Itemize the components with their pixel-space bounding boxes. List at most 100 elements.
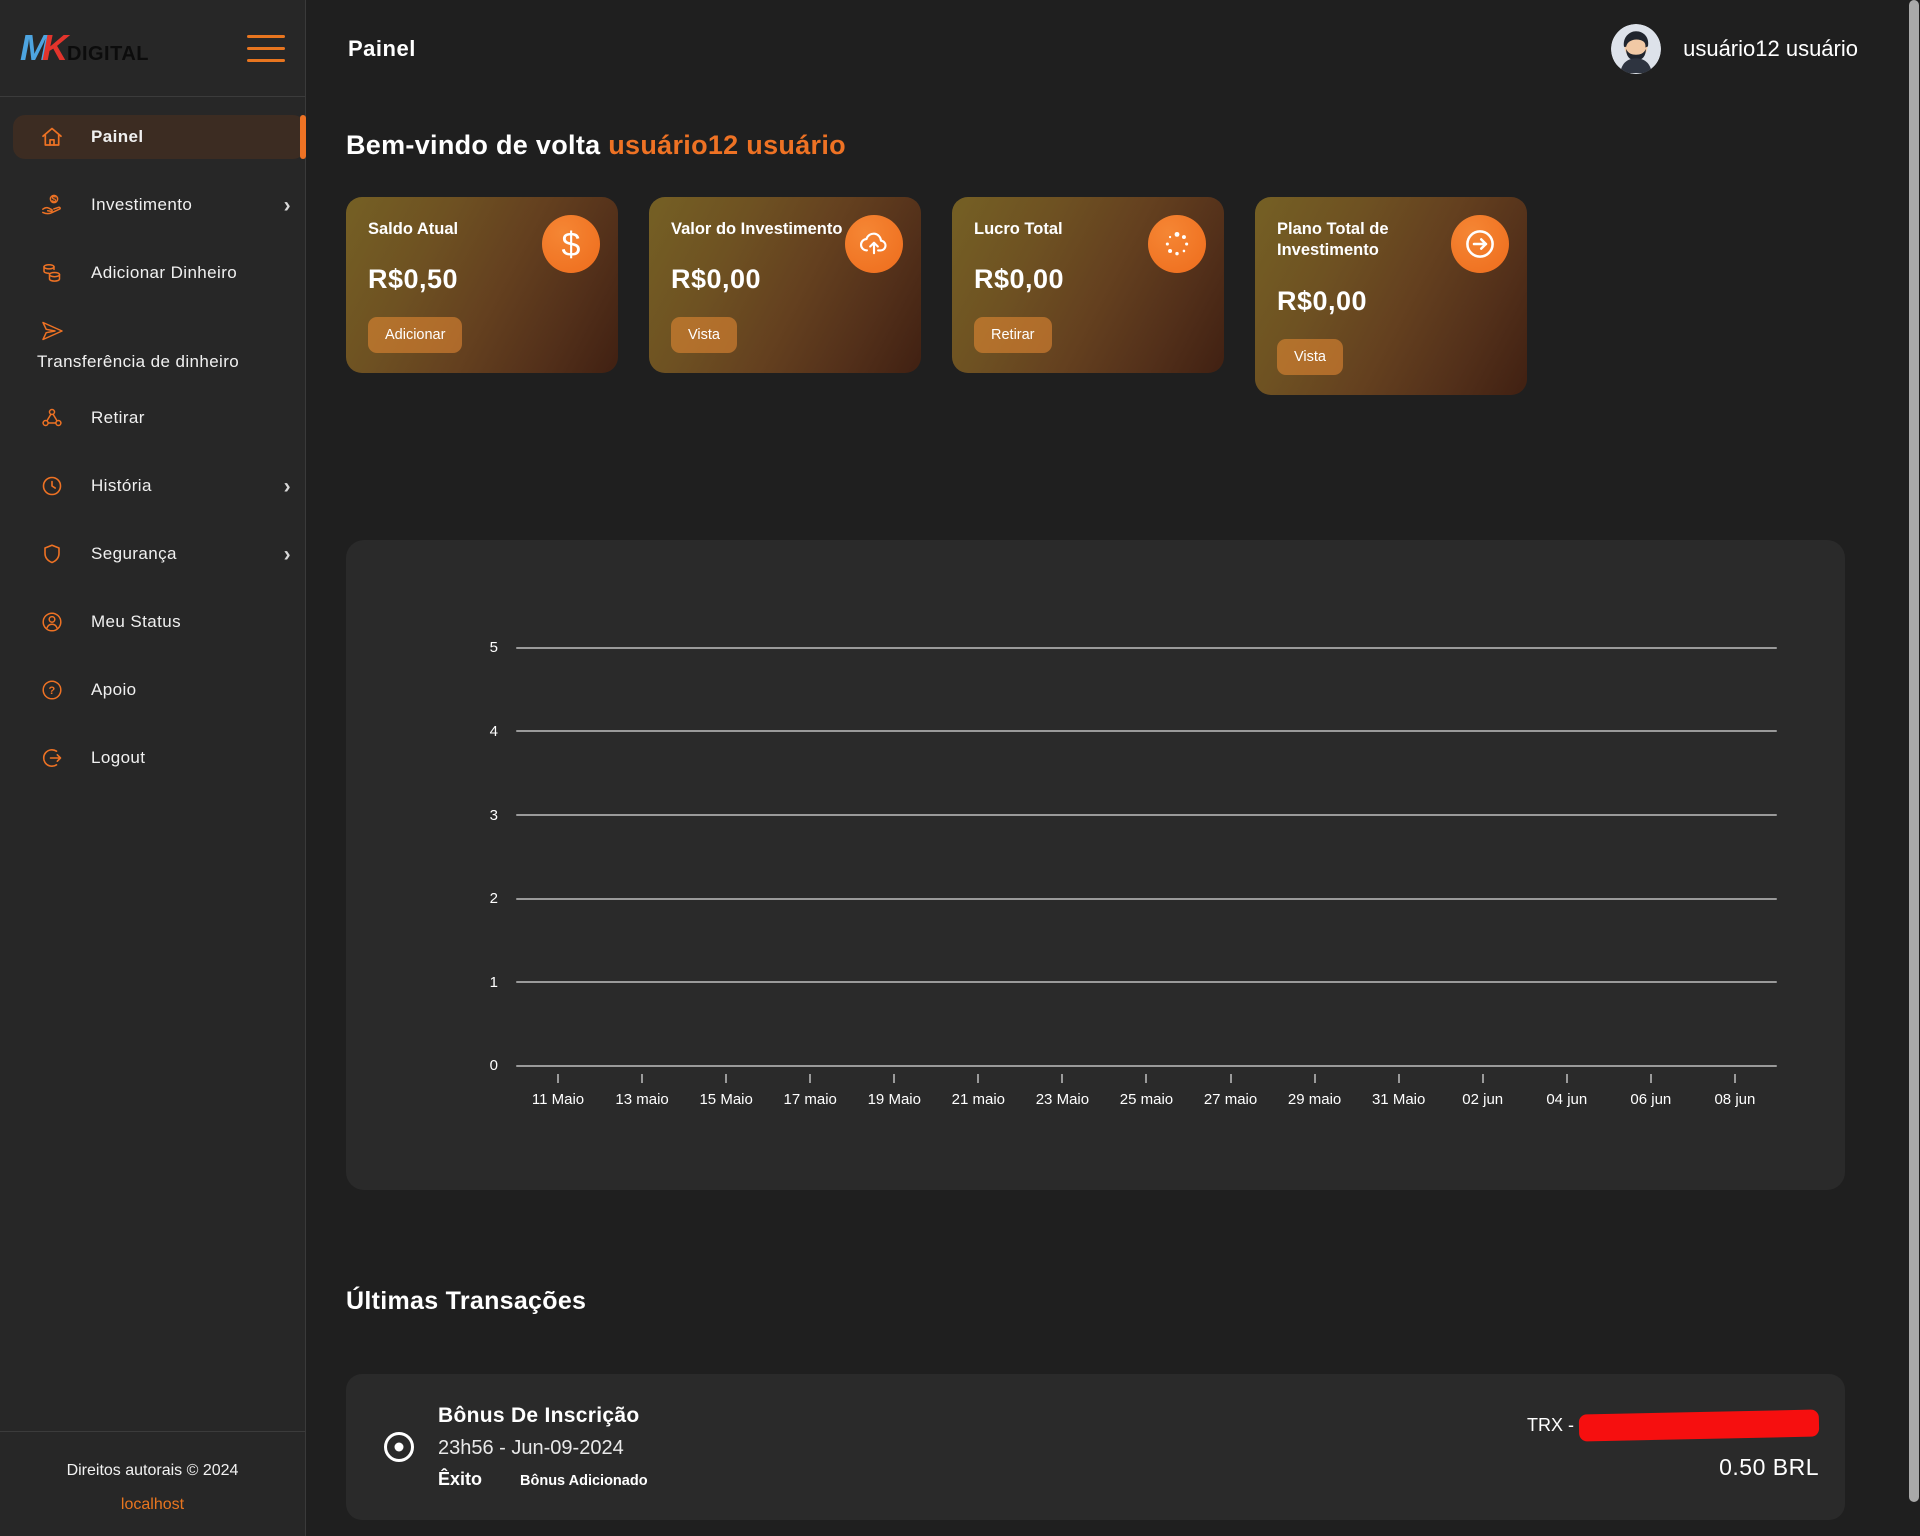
x-axis-label: 23 Maio xyxy=(1020,1091,1104,1108)
x-tick xyxy=(1061,1074,1063,1083)
brand-logo[interactable]: M K DIGITAL xyxy=(20,27,149,69)
x-tick xyxy=(1314,1074,1316,1083)
sidebar-item-painel[interactable]: Painel xyxy=(13,115,305,159)
tick-cell xyxy=(1273,1074,1357,1083)
gridline-row: 4 xyxy=(346,723,1777,739)
x-tick xyxy=(1734,1074,1736,1083)
main-area: Painel usuário12 usuário Bem-vindo de vo… xyxy=(306,0,1920,1536)
card-vista-button[interactable]: Vista xyxy=(1277,339,1343,375)
clock-icon xyxy=(40,474,64,498)
card-retirar-button[interactable]: Retirar xyxy=(974,317,1052,353)
transactions-heading: Últimas Transações xyxy=(346,1287,1845,1316)
tick-cell xyxy=(1357,1074,1441,1083)
transaction-right: TRX - 0.50 BRL xyxy=(1527,1412,1819,1481)
sidebar-nav: Painel $ Investimento › xyxy=(0,97,305,792)
transaction-status-detail: Bônus Adicionado xyxy=(520,1473,648,1489)
sidebar-item-investimento[interactable]: $ Investimento › xyxy=(0,183,305,227)
stat-card-saldo-atual: Saldo Atual $ R$0,50 Adicionar xyxy=(346,197,618,373)
sidebar-item-label: Retirar xyxy=(91,408,145,428)
page-title: Painel xyxy=(348,36,416,62)
hamburger-bar xyxy=(247,35,285,38)
tick-cell xyxy=(1609,1074,1693,1083)
sidebar-footer: Direitos autorais © 2024 localhost xyxy=(0,1431,305,1536)
sidebar-item-seguranca[interactable]: Segurança › xyxy=(0,532,305,576)
y-axis-tick: 3 xyxy=(346,807,516,824)
tick-cell xyxy=(1020,1074,1104,1083)
paper-plane-icon xyxy=(40,319,64,343)
tick-cell xyxy=(516,1074,600,1083)
transaction-status-row: Êxito Bônus Adicionado xyxy=(438,1469,648,1490)
x-tick xyxy=(1566,1074,1568,1083)
x-axis-label: 04 jun xyxy=(1525,1091,1609,1108)
card-adicionar-button[interactable]: Adicionar xyxy=(368,317,462,353)
avatar[interactable] xyxy=(1611,24,1661,74)
sidebar-item-logout[interactable]: Logout xyxy=(0,736,305,780)
stat-cards-row: Saldo Atual $ R$0,50 Adicionar Valor do … xyxy=(346,197,1845,395)
stat-card-valor-investimento: Valor do Investimento R$0,00 Vista xyxy=(649,197,921,373)
transaction-row[interactable]: Bônus De Inscrição 23h56 - Jun-09-2024 Ê… xyxy=(346,1374,1845,1520)
x-axis-label: 29 maio xyxy=(1273,1091,1357,1108)
shield-icon xyxy=(40,542,64,566)
stat-card-title: Valor do Investimento xyxy=(671,219,843,240)
x-axis-label: 31 Maio xyxy=(1357,1091,1441,1108)
sidebar-item-label: Apoio xyxy=(91,680,136,700)
help-circle-icon: ? xyxy=(40,678,64,702)
transaction-status: Êxito xyxy=(438,1469,482,1490)
sidebar-item-meu-status[interactable]: Meu Status xyxy=(0,600,305,644)
transaction-info: Bônus De Inscrição 23h56 - Jun-09-2024 Ê… xyxy=(438,1404,648,1490)
record-dot-icon xyxy=(382,1430,416,1464)
gridline xyxy=(516,647,1777,649)
x-axis-label: 08 jun xyxy=(1693,1091,1777,1108)
tick-cell xyxy=(1693,1074,1777,1083)
stat-card-value: R$0,00 xyxy=(1277,286,1507,317)
sidebar-item-retirar[interactable]: Retirar xyxy=(0,396,305,440)
tick-cell xyxy=(1189,1074,1273,1083)
y-axis-tick: 2 xyxy=(346,890,516,907)
tick-cell xyxy=(600,1074,684,1083)
gridline xyxy=(516,730,1777,732)
card-vista-button[interactable]: Vista xyxy=(671,317,737,353)
scrollbar[interactable] xyxy=(1908,0,1920,1536)
app-root: M K DIGITAL Painel xyxy=(0,0,1920,1536)
x-tick xyxy=(1230,1074,1232,1083)
tick-cell xyxy=(1525,1074,1609,1083)
welcome-heading: Bem-vindo de volta usuário12 usuário xyxy=(346,130,1845,161)
x-axis-line xyxy=(516,1065,1777,1067)
sidebar-item-label: Painel xyxy=(91,127,143,147)
sidebar: M K DIGITAL Painel xyxy=(0,0,306,1536)
x-tick xyxy=(1482,1074,1484,1083)
sidebar-item-transferencia[interactable]: Transferência de dinheiro xyxy=(0,319,305,372)
x-tick xyxy=(641,1074,643,1083)
sidebar-item-apoio[interactable]: ? Apoio xyxy=(0,668,305,712)
hamburger-bar xyxy=(247,59,285,62)
tick-cell xyxy=(852,1074,936,1083)
x-axis-label: 25 maio xyxy=(1104,1091,1188,1108)
gridline-row: 5 xyxy=(346,640,1777,656)
copyright-text: Direitos autorais © 2024 xyxy=(8,1462,297,1480)
sidebar-item-label: Adicionar Dinheiro xyxy=(91,263,237,283)
stat-card-plano-total: Plano Total de Investimento R$0,00 Vista xyxy=(1255,197,1527,395)
gridline xyxy=(516,898,1777,900)
investment-hand-icon: $ xyxy=(40,193,64,217)
x-axis-label: 27 maio xyxy=(1189,1091,1273,1108)
top-bar: Painel usuário12 usuário xyxy=(306,0,1920,97)
scrollbar-thumb[interactable] xyxy=(1909,0,1919,1502)
sidebar-item-adicionar-dinheiro[interactable]: Adicionar Dinheiro xyxy=(0,251,305,295)
localhost-link[interactable]: localhost xyxy=(121,1496,184,1514)
sidebar-item-historia[interactable]: História › xyxy=(0,464,305,508)
x-axis-row: 0 xyxy=(346,1058,1777,1074)
svg-text:?: ? xyxy=(48,685,55,697)
redaction-bar xyxy=(1579,1410,1820,1442)
x-tick xyxy=(1145,1074,1147,1083)
chevron-right-icon: › xyxy=(284,476,291,497)
gridline xyxy=(516,814,1777,816)
sidebar-item-label: Segurança xyxy=(91,544,177,564)
transaction-datetime: 23h56 - Jun-09-2024 xyxy=(438,1437,648,1460)
hamburger-menu-icon[interactable] xyxy=(247,35,285,62)
x-axis-labels: 11 Maio 13 maio 15 Maio 17 maio 19 Maio … xyxy=(516,1091,1777,1108)
user-circle-icon xyxy=(40,610,64,634)
sidebar-item-label: Investimento xyxy=(91,195,192,215)
withdraw-icon xyxy=(40,406,64,430)
user-menu[interactable]: usuário12 usuário xyxy=(1611,24,1858,74)
x-axis-label: 19 Maio xyxy=(852,1091,936,1108)
